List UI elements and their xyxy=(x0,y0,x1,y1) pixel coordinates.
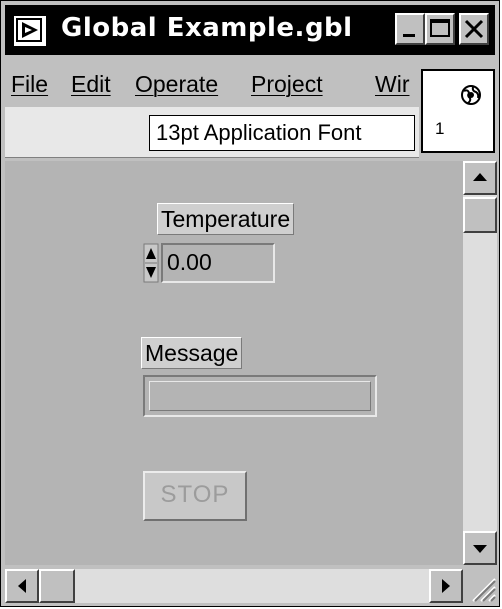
title-bar[interactable]: Global Example.gbl xyxy=(5,5,495,55)
scroll-down-button[interactable] xyxy=(463,531,497,565)
arrow-down-icon xyxy=(473,545,487,553)
arrow-right-icon xyxy=(442,579,450,593)
maximize-button[interactable] xyxy=(425,13,455,45)
toolbar: 13pt Application Font xyxy=(5,107,419,158)
arrow-left-icon xyxy=(18,579,26,593)
stop-button[interactable]: STOP xyxy=(143,471,247,521)
globe-icon xyxy=(461,85,481,105)
window-title: Global Example.gbl xyxy=(61,13,353,43)
minimize-icon xyxy=(403,34,415,37)
vi-icon-pane[interactable]: 1 xyxy=(421,69,495,153)
horizontal-scroll-thumb[interactable] xyxy=(39,569,75,603)
menu-file[interactable]: File xyxy=(11,71,48,98)
close-icon xyxy=(464,19,484,39)
resize-grip[interactable] xyxy=(463,569,497,603)
menu-bar: File Edit Operate Project Wir xyxy=(5,61,419,105)
menu-operate[interactable]: Operate xyxy=(135,71,218,98)
scroll-up-button[interactable] xyxy=(463,161,497,195)
font-selector[interactable]: 13pt Application Font xyxy=(149,115,415,151)
temperature-label: Temperature xyxy=(157,203,295,235)
vertical-scroll-thumb[interactable] xyxy=(463,197,497,233)
connector-number: 1 xyxy=(435,119,445,138)
menu-windows[interactable]: Wir xyxy=(375,71,409,98)
minimize-button[interactable] xyxy=(395,13,425,45)
close-button[interactable] xyxy=(459,13,489,45)
temperature-numeric-control[interactable]: 0.00 xyxy=(161,243,275,283)
temperature-increment-decrement[interactable] xyxy=(143,243,159,283)
horizontal-scrollbar[interactable] xyxy=(5,569,463,603)
resize-grip-icon xyxy=(472,578,496,602)
message-label: Message xyxy=(141,337,243,369)
maximize-icon xyxy=(430,19,450,37)
scroll-left-button[interactable] xyxy=(5,569,39,603)
menu-edit[interactable]: Edit xyxy=(71,71,111,98)
scroll-right-button[interactable] xyxy=(429,569,463,603)
front-panel: Temperature 0.00 Message STOP xyxy=(5,161,463,565)
message-string-indicator xyxy=(143,375,377,417)
message-string-value xyxy=(149,381,371,411)
arrow-up-icon xyxy=(473,173,487,181)
global-example-window: Global Example.gbl File Edit Operate Pro… xyxy=(0,0,500,607)
vertical-scrollbar[interactable] xyxy=(463,161,497,565)
menu-project[interactable]: Project xyxy=(251,71,323,98)
labview-run-icon xyxy=(13,15,47,47)
